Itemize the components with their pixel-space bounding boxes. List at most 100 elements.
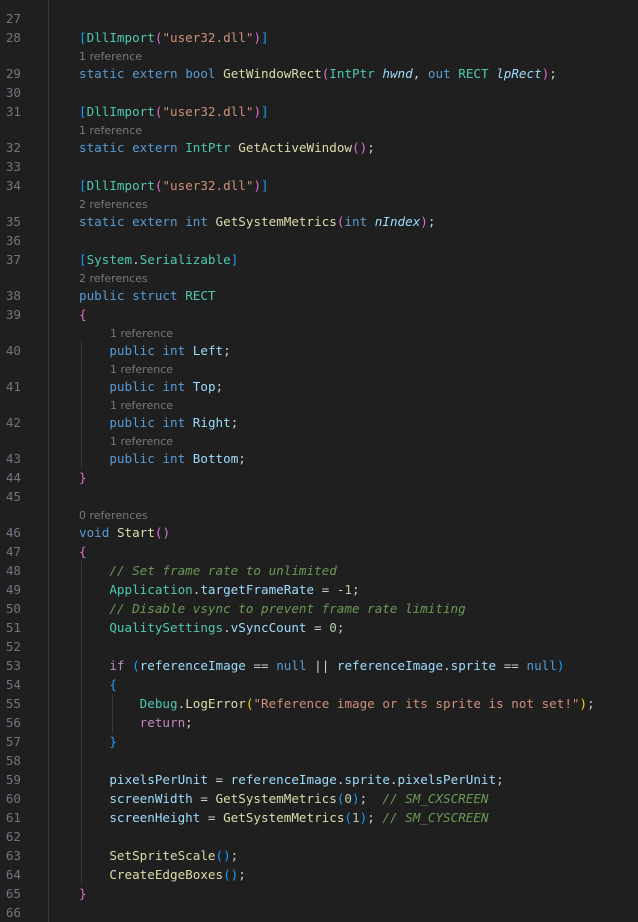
code-token: nIndex bbox=[374, 214, 421, 229]
code-line[interactable]: 46 void Start() bbox=[0, 523, 638, 542]
code-token: targetFrameRate bbox=[200, 582, 315, 597]
code-line[interactable]: 57 } bbox=[0, 732, 638, 751]
code-token: ) bbox=[253, 30, 262, 45]
codelens-references[interactable]: 2 references bbox=[79, 196, 148, 213]
code-line[interactable]: 43 public int Bottom; bbox=[0, 449, 638, 468]
code-line[interactable]: 59 pixelsPerUnit = referenceImage.sprite… bbox=[0, 770, 638, 789]
code-token: 1 bbox=[344, 582, 353, 597]
codelens-references[interactable]: 1 reference bbox=[79, 48, 142, 65]
indent-guide bbox=[48, 0, 49, 922]
line-number: 64 bbox=[5, 867, 21, 882]
code-line[interactable]: 61 screenHeight = GetSystemMetrics(1); /… bbox=[0, 808, 638, 827]
codelens-references[interactable]: 1 reference bbox=[110, 361, 173, 378]
code-token: } bbox=[109, 734, 117, 749]
code-text: } bbox=[79, 468, 87, 487]
code-token: IntPtr bbox=[329, 66, 375, 81]
code-line[interactable]: 33 bbox=[0, 157, 638, 176]
code-token: } bbox=[79, 470, 87, 485]
code-editor[interactable]: 27 28 [DllImport("user32.dll")] 1 reference… bbox=[0, 0, 638, 922]
code-token: hwnd bbox=[382, 66, 413, 81]
code-token: QualitySettings bbox=[109, 620, 224, 635]
codelens-references[interactable]: 1 reference bbox=[79, 122, 142, 139]
code-line[interactable]: 38 public struct RECT bbox=[0, 286, 638, 305]
code-token: ) bbox=[253, 178, 262, 193]
code-line[interactable]: 54 { bbox=[0, 675, 638, 694]
codelens-references[interactable]: 1 reference bbox=[110, 325, 173, 342]
code-line[interactable]: 53 if (referenceImage == null || referen… bbox=[0, 656, 638, 675]
code-token: { bbox=[79, 307, 87, 322]
code-text: static extern int GetSystemMetrics(int n… bbox=[79, 212, 435, 231]
code-token: ; bbox=[359, 791, 383, 806]
code-line[interactable]: 39 { bbox=[0, 305, 638, 324]
code-text: [System.Serializable] bbox=[79, 250, 238, 269]
code-line[interactable]: 28 [DllImport("user32.dll")] bbox=[0, 28, 638, 47]
code-token: // Disable vsync to prevent frame rate l… bbox=[109, 601, 466, 616]
line-number: 38 bbox=[5, 288, 21, 303]
code-line[interactable]: 47 { bbox=[0, 542, 638, 561]
code-line[interactable]: 32 static extern IntPtr GetActiveWindow()… bbox=[0, 138, 638, 157]
code-token: ; bbox=[336, 620, 345, 635]
code-token: ; bbox=[549, 66, 557, 81]
code-line[interactable]: 55 Debug.LogError("Reference image or it… bbox=[0, 694, 638, 713]
code-line[interactable]: 29 static extern bool GetWindowRect(IntPt… bbox=[0, 64, 638, 83]
codelens-references[interactable]: 2 references bbox=[79, 270, 148, 287]
code-line[interactable]: 50 // Disable vsync to prevent frame rat… bbox=[0, 599, 638, 618]
code-line[interactable]: 41 public int Top; bbox=[0, 377, 638, 396]
code-token: int bbox=[185, 214, 208, 229]
code-line[interactable]: 64 CreateEdgeBoxes(); bbox=[0, 865, 638, 884]
code-line[interactable]: 37 [System.Serializable] bbox=[0, 250, 638, 269]
code-line[interactable]: 31 [DllImport("user32.dll")] bbox=[0, 102, 638, 121]
code-token: () bbox=[352, 140, 368, 155]
code-token: IntPtr bbox=[185, 140, 231, 155]
code-line[interactable]: 36 bbox=[0, 231, 638, 250]
code-line[interactable]: 65} bbox=[0, 884, 638, 903]
codelens-references[interactable]: 1 reference bbox=[110, 397, 173, 414]
code-line[interactable]: 48 // Set frame rate to unlimited bbox=[0, 561, 638, 580]
code-line[interactable]: 52 bbox=[0, 637, 638, 656]
code-line[interactable]: 45 bbox=[0, 487, 638, 506]
code-line[interactable]: 66 bbox=[0, 903, 638, 922]
code-line[interactable]: 34 [DllImport("user32.dll")] bbox=[0, 176, 638, 195]
code-line[interactable]: 27 bbox=[0, 9, 638, 28]
code-line[interactable]: 62 bbox=[0, 827, 638, 846]
code-token: "Reference image or its sprite is not se… bbox=[253, 696, 580, 711]
code-line[interactable]: 56 return; bbox=[0, 713, 638, 732]
code-token: = bbox=[306, 620, 330, 635]
code-token: return bbox=[139, 715, 186, 730]
code-line[interactable]: 60 screenWidth = GetSystemMetrics(0); //… bbox=[0, 789, 638, 808]
code-token: Application bbox=[109, 582, 193, 597]
code-line[interactable]: 30 bbox=[0, 83, 638, 102]
code-token: ; bbox=[230, 848, 239, 863]
code-line[interactable]: 49 Application.targetFrameRate = -1; bbox=[0, 580, 638, 599]
code-text: CreateEdgeBoxes(); bbox=[79, 865, 246, 884]
codelens-references[interactable]: 0 references bbox=[79, 507, 148, 524]
code-line[interactable] bbox=[0, 0, 638, 9]
line-number: 59 bbox=[5, 772, 21, 787]
code-token: Start bbox=[116, 525, 155, 540]
code-line[interactable]: 63 SetSpriteScale(); bbox=[0, 846, 638, 865]
code-line[interactable]: 58 bbox=[0, 751, 638, 770]
code-token: , bbox=[412, 66, 428, 81]
code-line[interactable]: 51 QualitySettings.vSyncCount = 0; bbox=[0, 618, 638, 637]
code-token: static bbox=[79, 140, 125, 155]
code-token: referenceImage bbox=[139, 658, 246, 673]
code-token: public bbox=[109, 379, 155, 394]
line-number: 57 bbox=[5, 734, 21, 749]
codelens-references[interactable]: 1 reference bbox=[110, 433, 173, 450]
code-token: ] bbox=[230, 252, 239, 267]
line-number: 63 bbox=[5, 848, 21, 863]
code-line[interactable]: 44} bbox=[0, 468, 638, 487]
code-line[interactable]: 42 public int Right; bbox=[0, 413, 638, 432]
code-line[interactable]: 35 static extern int GetSystemMetrics(int… bbox=[0, 212, 638, 231]
line-number: 36 bbox=[5, 233, 21, 248]
code-token: 0 bbox=[329, 620, 337, 635]
code-token: ) bbox=[420, 214, 428, 229]
code-line[interactable]: 40 public int Left; bbox=[0, 341, 638, 360]
code-token: ; bbox=[427, 214, 436, 229]
